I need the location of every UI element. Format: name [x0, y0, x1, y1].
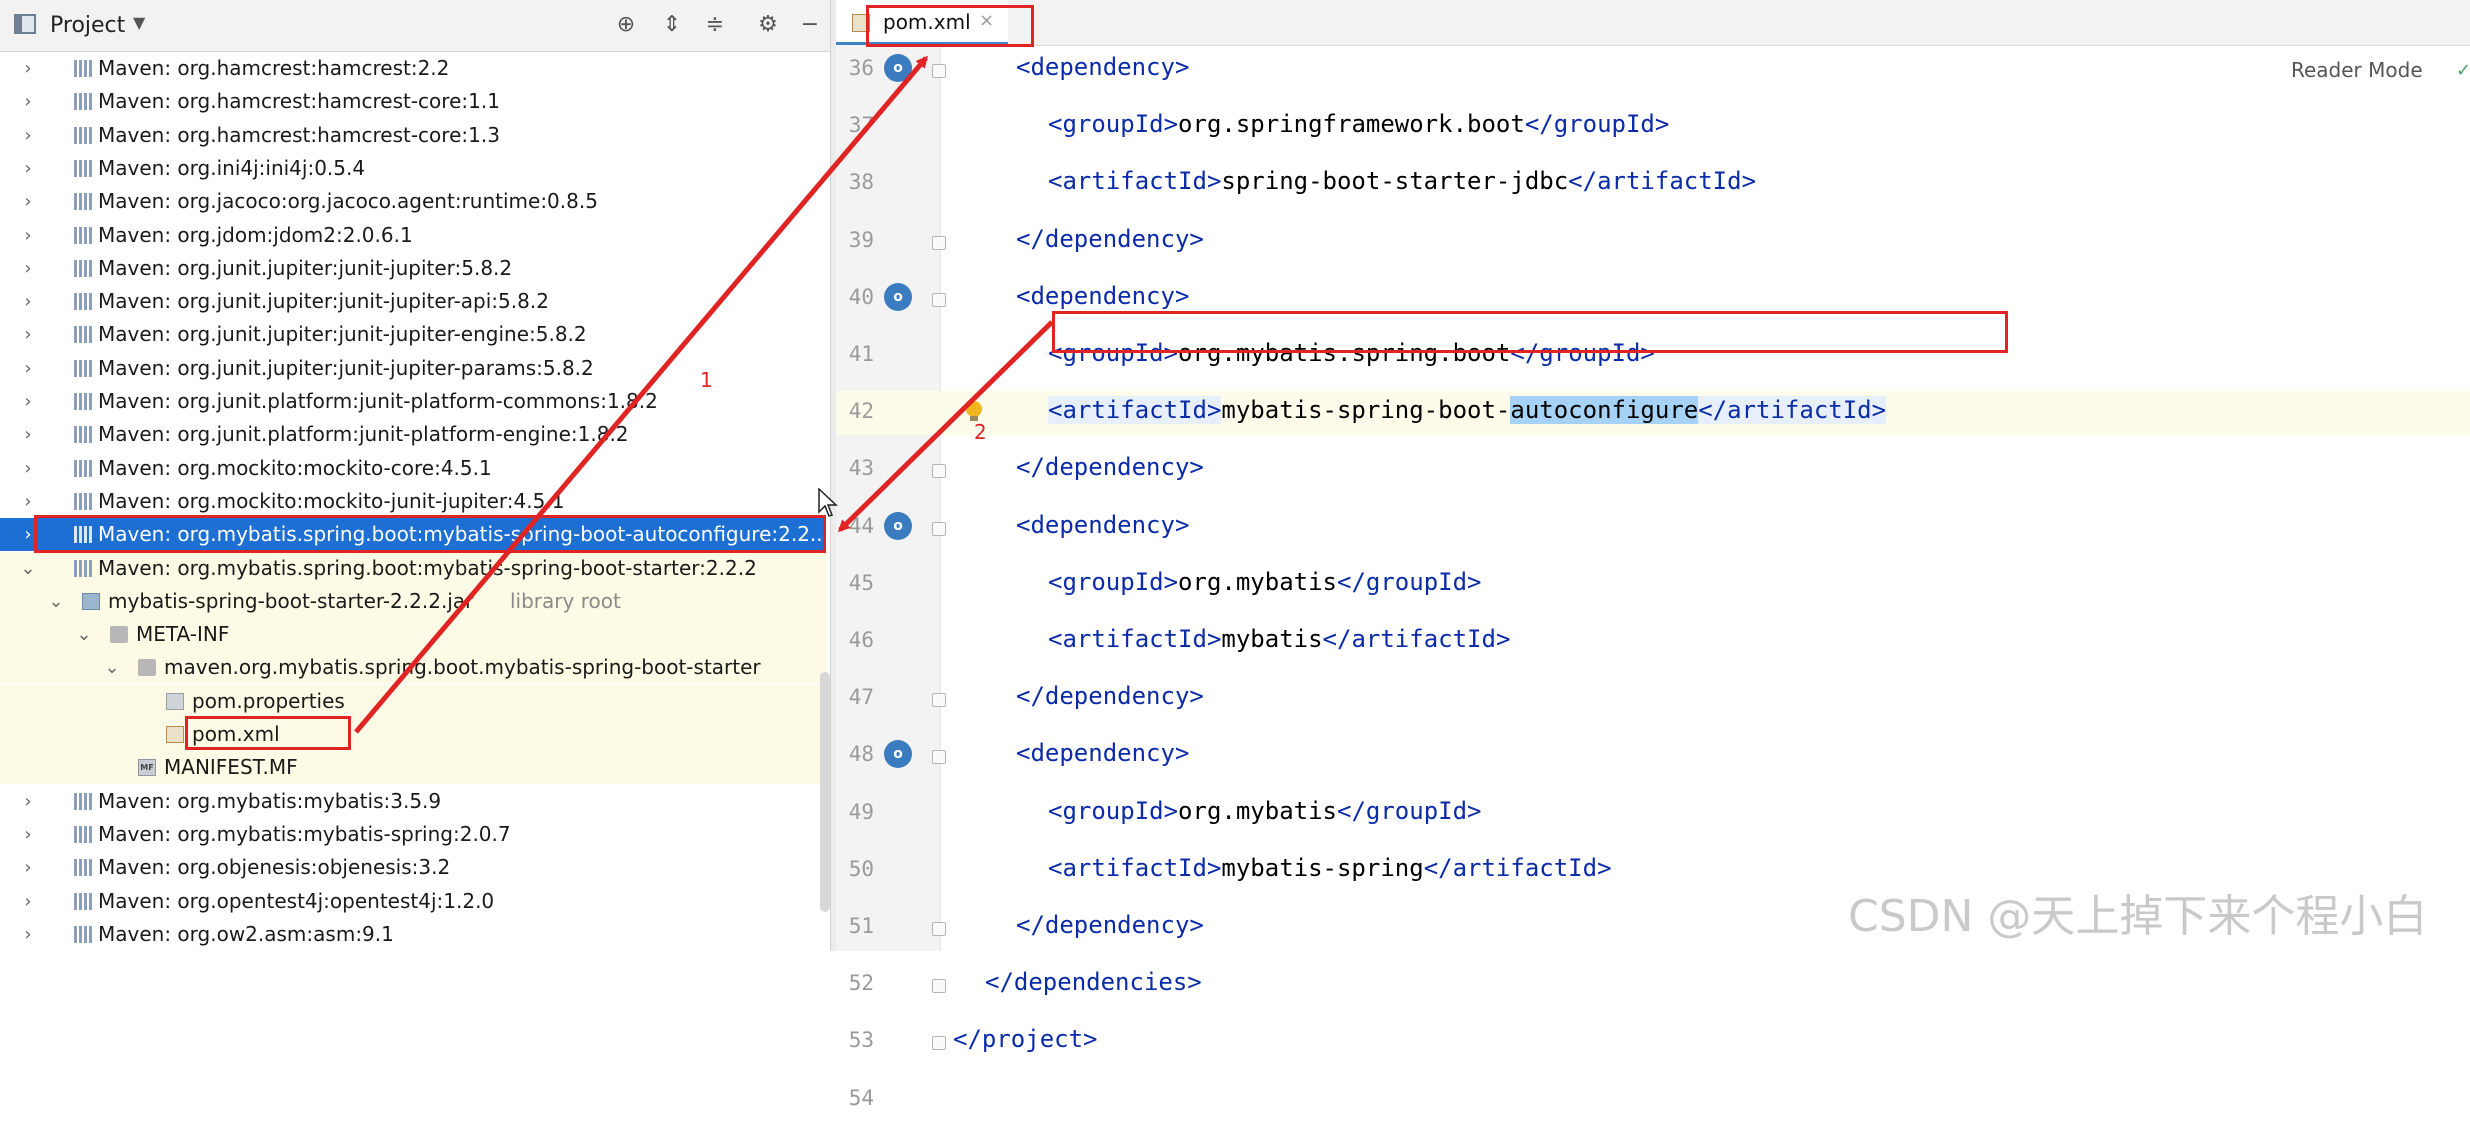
line-number: 52	[848, 971, 874, 996]
annotation-arrow-2	[837, 320, 1054, 533]
code-line[interactable]: 53 </project>	[836, 1020, 2470, 1064]
line-number: 53	[848, 1028, 874, 1053]
xml-tag: </project>	[953, 1025, 1098, 1054]
watermark: CSDN @天上掉下来个程小白	[1848, 891, 2428, 942]
line-number: 54	[848, 1085, 874, 1110]
annotation-arrows	[354, 55, 1054, 734]
annotation-label-2: 2	[974, 420, 987, 444]
fold-marker-icon[interactable]	[932, 979, 946, 994]
xml-tag: </dependencies>	[985, 968, 1202, 997]
code-line[interactable]: 52 </dependencies>	[836, 963, 2470, 1007]
mouse-cursor-icon	[818, 488, 838, 517]
fold-marker-icon[interactable]	[932, 1036, 946, 1051]
code-line[interactable]: 54	[836, 1078, 2470, 1122]
code-text: </project>	[953, 1025, 1098, 1053]
code-text: </dependencies>	[985, 968, 1202, 996]
annotation-arrow-1	[354, 55, 928, 734]
annotation-label-1: 1	[700, 368, 713, 392]
